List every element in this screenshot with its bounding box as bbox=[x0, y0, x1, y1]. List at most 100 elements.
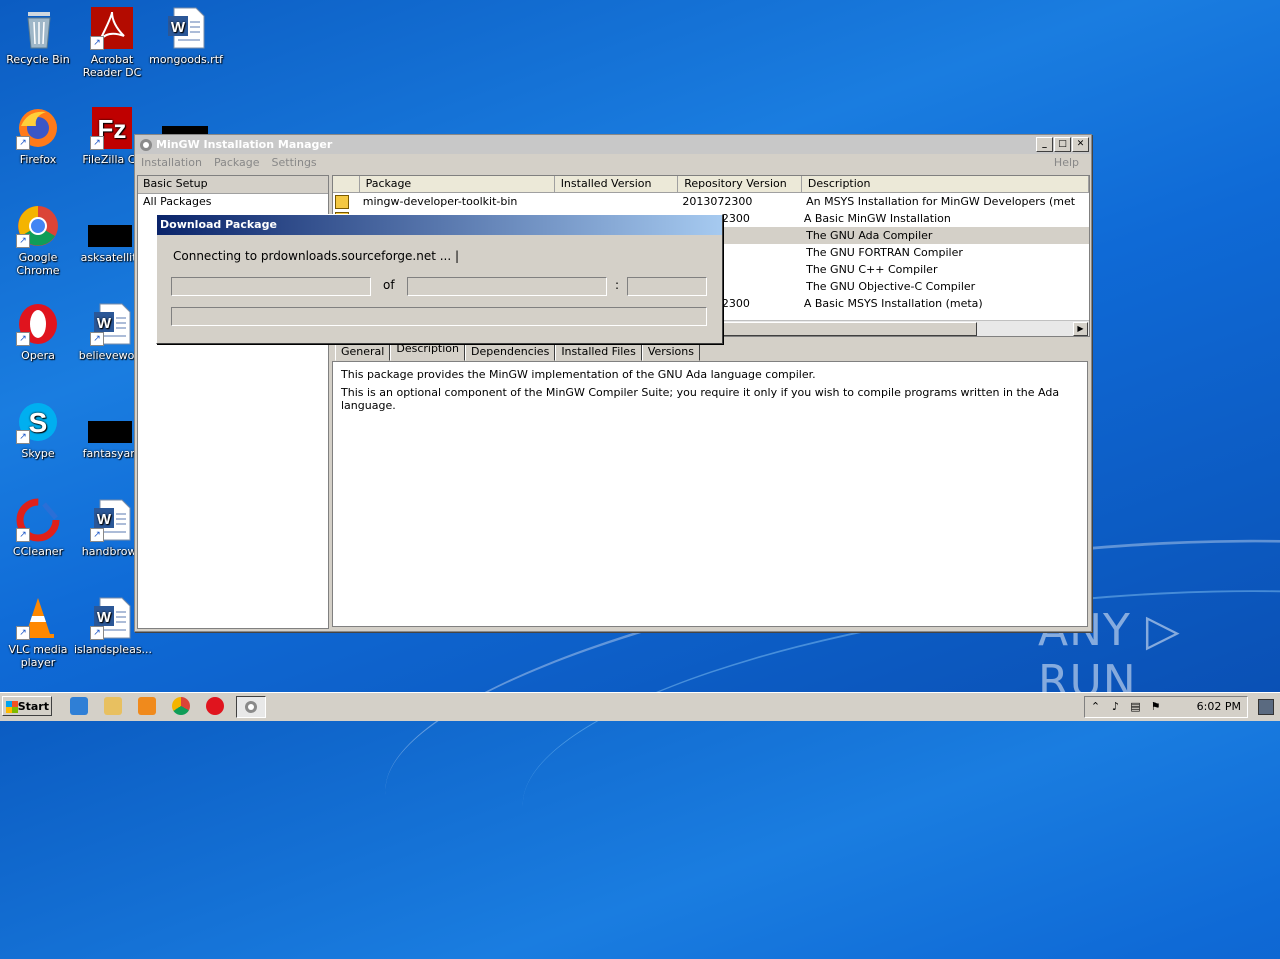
column-header-description[interactable]: Description bbox=[802, 176, 1089, 192]
package-icon[interactable] bbox=[335, 195, 349, 209]
svg-text:S: S bbox=[29, 407, 48, 438]
cell-desc: The GNU Objective-C Compiler bbox=[806, 280, 976, 293]
chrome-taskbar-icon[interactable] bbox=[172, 697, 190, 715]
desktop-icon-firefox[interactable]: ↗ Firefox bbox=[0, 106, 76, 166]
window-title: MinGW Installation Manager bbox=[156, 138, 333, 151]
cell-package: mingw-developer-toolkit-bin bbox=[362, 195, 518, 208]
tab-versions[interactable]: Versions bbox=[641, 343, 700, 361]
desktop-icon-label: Google Chrome bbox=[16, 251, 60, 277]
network-icon[interactable]: ▤ bbox=[1129, 700, 1142, 713]
description-pane: This package provides the MinGW implemen… bbox=[332, 361, 1088, 627]
mingw-app-icon bbox=[245, 701, 257, 713]
table-row[interactable]: mingw-developer-toolkit-bin 2013072300 A… bbox=[333, 193, 1089, 210]
volume-icon[interactable]: ♪ bbox=[1109, 700, 1122, 713]
desktop-icon-label: fantasyare bbox=[82, 447, 142, 460]
colon-label: : bbox=[615, 278, 620, 292]
cell-desc: The GNU FORTRAN Compiler bbox=[806, 246, 963, 259]
menu-help[interactable]: Help bbox=[1054, 156, 1079, 169]
internet-explorer-icon[interactable] bbox=[70, 697, 88, 715]
column-header-installed-version[interactable]: Installed Version bbox=[555, 176, 679, 192]
desktop-icon-vlc[interactable]: ↗ VLC media player bbox=[0, 596, 76, 669]
mingw-installation-manager-window: MinGW Installation Manager _ □ ✕ Install… bbox=[134, 134, 1092, 632]
description-text: This package provides the MinGW implemen… bbox=[341, 368, 816, 381]
desktop-icon-recycle-bin[interactable]: Recycle Bin bbox=[0, 6, 76, 66]
action-center-flag-icon[interactable]: ⚑ bbox=[1149, 700, 1162, 713]
word-document-icon: W bbox=[164, 6, 208, 50]
dialog-status-message: Connecting to prdownloads.sourceforge.ne… bbox=[173, 249, 460, 263]
filezilla-icon: Fz ↗ bbox=[90, 106, 134, 150]
category-basic-setup[interactable]: Basic Setup bbox=[138, 176, 328, 194]
redacted-icon bbox=[162, 126, 208, 134]
column-header-package[interactable]: Package bbox=[360, 176, 555, 192]
cell-desc: The GNU C++ Compiler bbox=[806, 263, 938, 276]
detail-tabs: General Description Dependencies Install… bbox=[335, 340, 700, 361]
maximize-button[interactable]: □ bbox=[1054, 137, 1071, 152]
description-text: This is an optional component of the Min… bbox=[341, 386, 1060, 412]
opera-taskbar-icon[interactable] bbox=[206, 697, 224, 715]
total-size-field bbox=[407, 277, 607, 296]
opera-icon: ↗ bbox=[16, 302, 60, 346]
svg-text:W: W bbox=[97, 315, 112, 332]
desktop-icon-label: FileZilla Cli bbox=[82, 153, 142, 166]
redacted-icon bbox=[88, 421, 132, 443]
acrobat-icon: ↗ bbox=[90, 6, 134, 50]
minimize-button[interactable]: _ bbox=[1036, 137, 1053, 152]
desktop-icon-label: VLC media player bbox=[8, 643, 68, 669]
file-explorer-icon[interactable] bbox=[104, 697, 122, 715]
svg-text:W: W bbox=[97, 511, 112, 528]
desktop-icon-skype[interactable]: S ↗ Skype bbox=[0, 400, 76, 460]
column-header-repository-version[interactable]: Repository Version bbox=[678, 176, 802, 192]
redacted-icon bbox=[88, 225, 132, 247]
skype-icon: S ↗ bbox=[16, 400, 60, 444]
start-button[interactable]: Start bbox=[2, 696, 52, 716]
menu-package[interactable]: Package bbox=[214, 156, 260, 169]
download-package-dialog: Download Package Connecting to prdownloa… bbox=[156, 214, 723, 344]
tab-dependencies[interactable]: Dependencies bbox=[465, 343, 556, 361]
clock[interactable]: 6:02 PM bbox=[1197, 700, 1241, 713]
of-label: of bbox=[383, 278, 395, 292]
cell-installed bbox=[553, 193, 677, 210]
tab-general[interactable]: General bbox=[335, 343, 391, 361]
taskbar: Start ⌃ ♪ ▤ ⚑ 6:02 PM bbox=[0, 692, 1280, 721]
percent-field bbox=[627, 277, 707, 296]
menu-bar: Installation Package Settings Help bbox=[135, 154, 1091, 171]
ccleaner-icon: ↗ bbox=[16, 498, 60, 542]
show-desktop-icon[interactable] bbox=[1258, 699, 1274, 715]
close-button[interactable]: ✕ bbox=[1072, 137, 1089, 152]
tab-installed-files[interactable]: Installed Files bbox=[555, 343, 642, 361]
start-label: Start bbox=[17, 700, 49, 713]
desktop-icon-google-chrome[interactable]: ↗ Google Chrome bbox=[0, 204, 76, 277]
windows-logo-icon bbox=[6, 701, 18, 713]
scroll-right-arrow-icon[interactable]: ▶ bbox=[1073, 322, 1088, 336]
desktop-icon-label: Acrobat Reader DC bbox=[82, 53, 142, 79]
dialog-title[interactable]: Download Package bbox=[157, 215, 722, 235]
menu-installation[interactable]: Installation bbox=[141, 156, 202, 169]
window-titlebar[interactable]: MinGW Installation Manager _ □ ✕ bbox=[135, 135, 1091, 154]
scrollbar-thumb[interactable] bbox=[719, 322, 977, 336]
cell-desc: A Basic MSYS Installation (meta) bbox=[803, 297, 983, 310]
desktop-icon-ccleaner[interactable]: ↗ CCleaner bbox=[0, 498, 76, 558]
recycle-bin-icon bbox=[16, 6, 60, 50]
mingw-app-icon bbox=[140, 138, 152, 151]
column-header-status[interactable] bbox=[333, 176, 360, 192]
category-all-packages[interactable]: All Packages bbox=[138, 194, 328, 211]
svg-text:W: W bbox=[97, 609, 112, 626]
desktop-icon-label: Firefox bbox=[19, 153, 57, 166]
desktop-icon-opera[interactable]: ↗ Opera bbox=[0, 302, 76, 362]
word-document-icon: W ↗ bbox=[90, 596, 134, 640]
desktop-icon-acrobat[interactable]: ↗ Acrobat Reader DC bbox=[74, 6, 150, 79]
desktop-icon-label: islandspleas... bbox=[74, 643, 153, 656]
show-hidden-icons-icon[interactable]: ⌃ bbox=[1089, 700, 1102, 713]
desktop-icon-mongoods-rtf[interactable]: W mongoods.rtf bbox=[148, 6, 224, 66]
desktop-icon-label: CCleaner bbox=[12, 545, 64, 558]
menu-settings[interactable]: Settings bbox=[272, 156, 317, 169]
desktop-icon-label: Recycle Bin bbox=[6, 53, 70, 66]
package-list-header: Package Installed Version Repository Ver… bbox=[333, 176, 1089, 193]
media-player-icon[interactable] bbox=[138, 697, 156, 715]
downloaded-size-field bbox=[171, 277, 371, 296]
vlc-cone-icon: ↗ bbox=[16, 596, 60, 640]
cell-desc: A Basic MinGW Installation bbox=[803, 212, 951, 225]
chrome-icon: ↗ bbox=[16, 204, 60, 248]
word-document-icon: W ↗ bbox=[90, 498, 134, 542]
mingw-taskbar-button[interactable] bbox=[236, 696, 266, 718]
